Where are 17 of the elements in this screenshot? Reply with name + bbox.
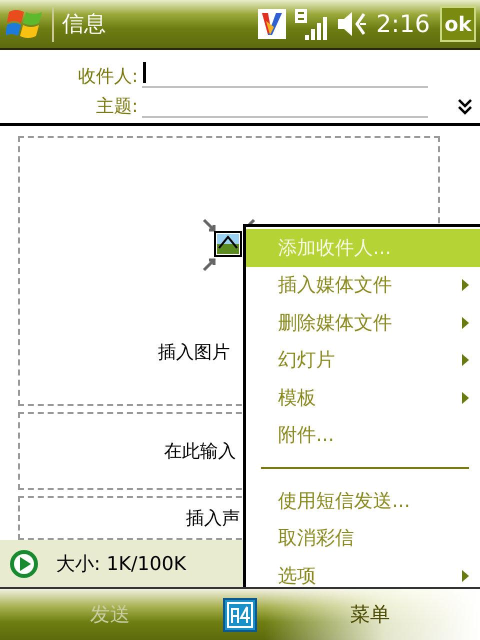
text-hint: 在此输入	[164, 440, 236, 463]
window-title: 信息	[62, 11, 106, 39]
menu-softkey[interactable]: 菜单	[260, 600, 480, 629]
insert-audio-label: 插入声	[186, 507, 240, 530]
field-label: 主题:	[94, 95, 139, 118]
play-icon[interactable]	[10, 550, 38, 578]
menu-item[interactable]: 选项	[246, 557, 480, 594]
input-field[interactable]	[142, 60, 428, 88]
signal-icon[interactable]	[294, 7, 328, 41]
clock-time: 2:16	[376, 10, 430, 38]
size-label: 大小: 1K/100K	[56, 552, 186, 576]
keyboard-icon[interactable]	[223, 598, 257, 632]
field-label: 收件人:	[76, 65, 139, 88]
ok-button[interactable]: ok	[440, 6, 476, 42]
insert-picture-label: 插入图片	[158, 341, 230, 364]
speaker-icon[interactable]	[336, 10, 368, 38]
expand-icon[interactable]	[458, 99, 472, 115]
